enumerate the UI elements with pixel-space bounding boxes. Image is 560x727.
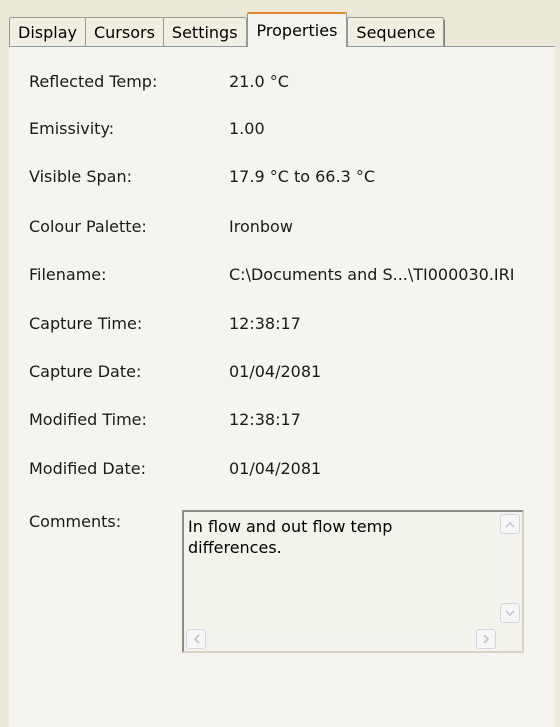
property-value: 01/04/2081 bbox=[229, 361, 322, 381]
properties-window: Display Cursors Settings Properties Sequ… bbox=[0, 0, 560, 727]
comments-textarea[interactable]: In flow and out flow temp differences. bbox=[182, 510, 524, 653]
property-label: Emissivity: bbox=[29, 118, 115, 138]
tab-label: Cursors bbox=[93, 23, 155, 42]
scroll-down-button[interactable] bbox=[500, 603, 520, 623]
tab-settings[interactable]: Settings bbox=[162, 17, 247, 47]
chevron-up-icon bbox=[505, 521, 515, 528]
property-label: Visible Span: bbox=[29, 166, 132, 186]
tab-label: Properties bbox=[256, 21, 338, 40]
property-row-colour-palette: Colour Palette: Ironbow bbox=[29, 215, 293, 237]
property-label: Colour Palette: bbox=[29, 216, 147, 236]
tab-cursors[interactable]: Cursors bbox=[84, 17, 164, 47]
property-value: 1.00 bbox=[229, 118, 265, 138]
property-label: Capture Date: bbox=[29, 361, 142, 381]
property-row-modified-date: Modified Date: 01/04/2081 bbox=[29, 457, 321, 479]
property-row-visible-span: Visible Span: 17.9 °C to 66.3 °C bbox=[29, 165, 375, 187]
chevron-left-icon bbox=[193, 634, 200, 644]
properties-panel: Reflected Temp: 21.0 °C Emissivity: 1.00… bbox=[9, 46, 555, 727]
scroll-right-button[interactable] bbox=[476, 629, 496, 649]
property-row-modified-time: Modified Time: 12:38:17 bbox=[29, 408, 301, 430]
vertical-scrollbar[interactable] bbox=[498, 512, 522, 625]
scroll-up-button[interactable] bbox=[500, 514, 520, 534]
property-value: 01/04/2081 bbox=[229, 458, 322, 478]
chevron-down-icon bbox=[505, 609, 515, 617]
tab-label: Display bbox=[18, 23, 77, 42]
tab-edge-shadow bbox=[444, 20, 446, 47]
property-row-filename: Filename: C:\Documents and S...\TI000030… bbox=[29, 263, 514, 285]
property-label: Modified Date: bbox=[29, 458, 146, 478]
property-row-capture-time: Capture Time: 12:38:17 bbox=[29, 312, 301, 334]
property-value: 12:38:17 bbox=[229, 409, 301, 429]
scrollbar-corner bbox=[498, 627, 522, 651]
property-label: Filename: bbox=[29, 264, 107, 284]
tab-sequence[interactable]: Sequence bbox=[347, 17, 446, 47]
property-row-capture-date: Capture Date: 01/04/2081 bbox=[29, 360, 321, 382]
tab-display[interactable]: Display bbox=[9, 17, 86, 47]
property-value: 12:38:17 bbox=[229, 313, 301, 333]
chevron-right-icon bbox=[482, 634, 490, 644]
tab-label: Settings bbox=[171, 23, 238, 42]
property-row-reflected-temp: Reflected Temp: 21.0 °C bbox=[29, 70, 289, 92]
property-value: Ironbow bbox=[229, 216, 293, 236]
tab-strip: Display Cursors Settings Properties Sequ… bbox=[9, 12, 446, 47]
property-value: 17.9 °C to 66.3 °C bbox=[229, 166, 375, 186]
property-label: Reflected Temp: bbox=[29, 71, 158, 91]
comments-text[interactable]: In flow and out flow temp differences. bbox=[188, 516, 488, 558]
scroll-left-button[interactable] bbox=[186, 629, 206, 649]
tab-properties[interactable]: Properties bbox=[246, 12, 348, 47]
property-label: Modified Time: bbox=[29, 409, 147, 429]
property-label: Capture Time: bbox=[29, 313, 143, 333]
tab-label: Sequence bbox=[356, 23, 436, 42]
property-value: 21.0 °C bbox=[229, 71, 289, 91]
property-value: C:\Documents and S...\TI000030.IRI bbox=[229, 264, 515, 284]
property-row-emissivity: Emissivity: 1.00 bbox=[29, 117, 265, 139]
horizontal-scrollbar[interactable] bbox=[184, 627, 498, 651]
